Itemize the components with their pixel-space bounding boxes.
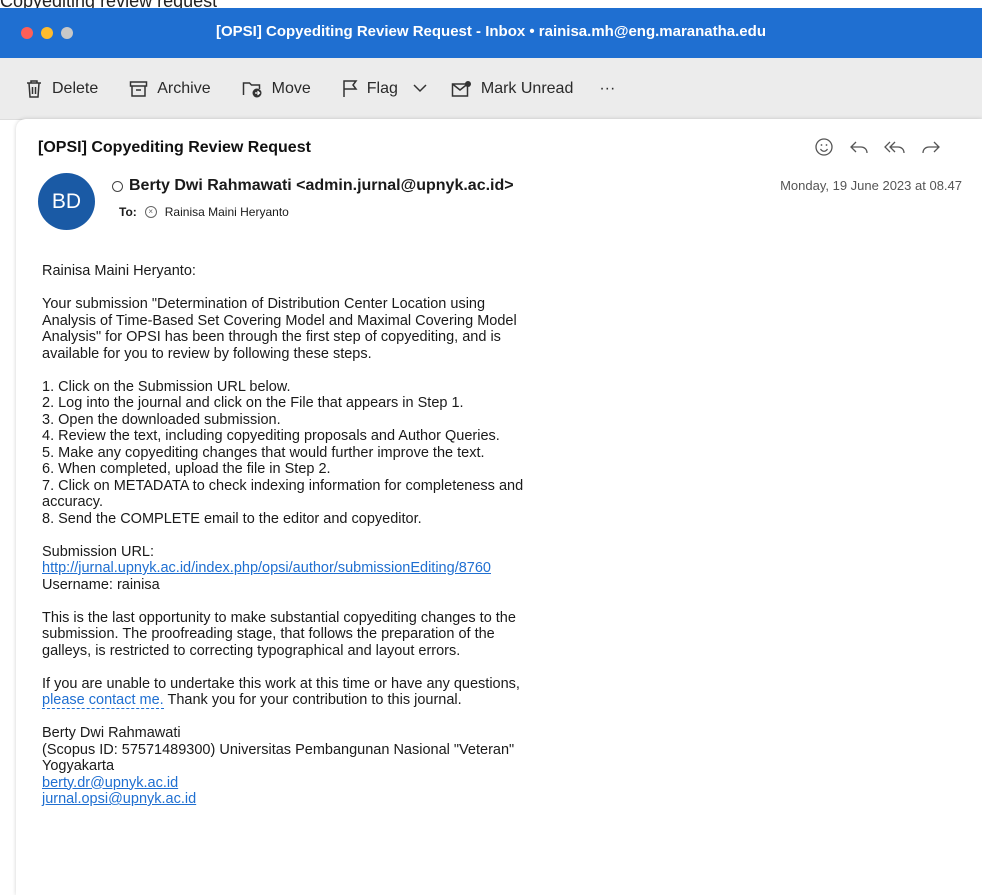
mark-unread-button[interactable]: Mark Unread xyxy=(451,80,573,98)
avatar-initials: BD xyxy=(51,189,82,213)
signature-email-link[interactable]: berty.dr@upnyk.ac.id xyxy=(42,775,178,791)
recipient-name[interactable]: Rainisa Maini Heryanto xyxy=(165,205,289,219)
signature-affiliation: (Scopus ID: 57571489300) Universitas Pem… xyxy=(42,741,515,758)
sender-name[interactable]: Berty Dwi Rahmawati <admin.jurnal@upnyk.… xyxy=(129,177,514,195)
more-icon: ··· xyxy=(599,79,616,97)
message-actions xyxy=(813,136,942,158)
recipient-remove-icon[interactable]: × xyxy=(144,206,157,218)
signature: Berty Dwi Rahmawati (Scopus ID: 57571489… xyxy=(42,725,562,808)
step-item: 1. Click on the Submission URL below. xyxy=(42,378,291,395)
sender-avatar: BD xyxy=(38,173,95,230)
greeting: Rainisa Maini Heryanto: xyxy=(42,263,196,279)
text-line: available for you to review by following… xyxy=(42,345,372,362)
message-date: Monday, 19 June 2023 at 08.47 xyxy=(780,178,962,193)
username-text: Username: rainisa xyxy=(42,576,160,593)
submission-url-link[interactable]: http://jurnal.upnyk.ac.id/index.php/opsi… xyxy=(42,560,491,576)
delete-label: Delete xyxy=(52,79,99,97)
message-panel: [OPSI] Copyediting Review Request BD Ber… xyxy=(16,119,982,895)
text-line: galleys, is restricted to correcting typ… xyxy=(42,642,461,659)
step-item: accuracy. xyxy=(42,494,103,510)
flag-button[interactable]: Flag xyxy=(342,79,427,98)
steps-list: 1. Click on the Submission URL below. 2.… xyxy=(42,379,562,528)
text-line: submission. The proofreading stage, that… xyxy=(42,626,495,642)
signature-email-link[interactable]: jurnal.opsi@upnyk.ac.id xyxy=(42,791,196,807)
more-actions-button[interactable]: ··· xyxy=(599,80,615,98)
move-label: Move xyxy=(271,79,311,97)
reply-all-icon[interactable] xyxy=(883,136,907,158)
trash-icon xyxy=(27,79,41,98)
mail-unread-icon xyxy=(451,80,471,97)
reply-icon[interactable] xyxy=(848,136,870,158)
folder-move-icon xyxy=(242,81,262,97)
title-bar: [OPSI] Copyediting Review Request - Inbo… xyxy=(0,8,982,58)
step-item: 8. Send the COMPLETE email to the editor… xyxy=(42,510,422,527)
message-body: Rainisa Maini Heryanto: Your submission … xyxy=(42,263,562,824)
flag-label: Flag xyxy=(366,79,398,97)
status-circle-icon xyxy=(112,180,123,192)
forward-icon[interactable] xyxy=(920,136,942,158)
submission-info: Submission URL: http://jurnal.upnyk.ac.i… xyxy=(42,544,562,594)
last-opportunity-paragraph: This is the last opportunity to make sub… xyxy=(42,610,562,660)
contact-paragraph: If you are unable to undertake this work… xyxy=(42,676,562,709)
to-label: To: xyxy=(119,205,137,219)
archive-icon xyxy=(130,80,148,97)
smiley-icon[interactable] xyxy=(813,136,835,158)
text-line: Your submission "Determination of Distri… xyxy=(42,296,486,312)
cropped-header-fragment: Copyediting review request xyxy=(0,0,982,11)
text-line: Analysis" for OPSI has been through the … xyxy=(42,329,501,345)
window-title: [OPSI] Copyediting Review Request - Inbo… xyxy=(216,23,766,40)
text-line: If you are unable to undertake this work… xyxy=(42,675,520,692)
delete-button[interactable]: Delete xyxy=(25,79,98,99)
text-line: This is the last opportunity to make sub… xyxy=(42,609,516,626)
step-item: 4. Review the text, including copyeditin… xyxy=(42,428,500,444)
step-item: 5. Make any copyediting changes that wou… xyxy=(42,444,485,461)
toolbar: Delete Archive Move Flag Mark Unread ··· xyxy=(0,58,982,120)
step-item: 3. Open the downloaded submission. xyxy=(42,411,281,428)
flag-icon xyxy=(342,80,358,97)
contact-me-link[interactable]: please contact me. xyxy=(42,692,164,709)
step-item: 2. Log into the journal and click on the… xyxy=(42,395,464,411)
submission-url-label: Submission URL: xyxy=(42,543,155,560)
text-line: Analysis of Time-Based Set Covering Mode… xyxy=(42,312,517,329)
step-item: 6. When completed, upload the file in St… xyxy=(42,461,331,477)
recipient-line: To: × Rainisa Maini Heryanto xyxy=(119,205,289,219)
intro-paragraph: Your submission "Determination of Distri… xyxy=(42,296,562,362)
chevron-down-icon[interactable] xyxy=(413,84,427,93)
message-subject: [OPSI] Copyediting Review Request xyxy=(38,139,311,156)
signature-name: Berty Dwi Rahmawati xyxy=(42,725,181,741)
sender-line[interactable]: Berty Dwi Rahmawati <admin.jurnal@upnyk.… xyxy=(112,177,514,195)
archive-label: Archive xyxy=(157,79,211,97)
archive-button[interactable]: Archive xyxy=(129,79,211,98)
thanks-text: Thank you for your contribution to this … xyxy=(163,692,462,708)
move-button[interactable]: Move xyxy=(242,80,311,98)
signature-city: Yogyakarta xyxy=(42,758,115,774)
step-item: 7. Click on METADATA to check indexing i… xyxy=(42,477,524,494)
mark-unread-label: Mark Unread xyxy=(480,79,574,97)
